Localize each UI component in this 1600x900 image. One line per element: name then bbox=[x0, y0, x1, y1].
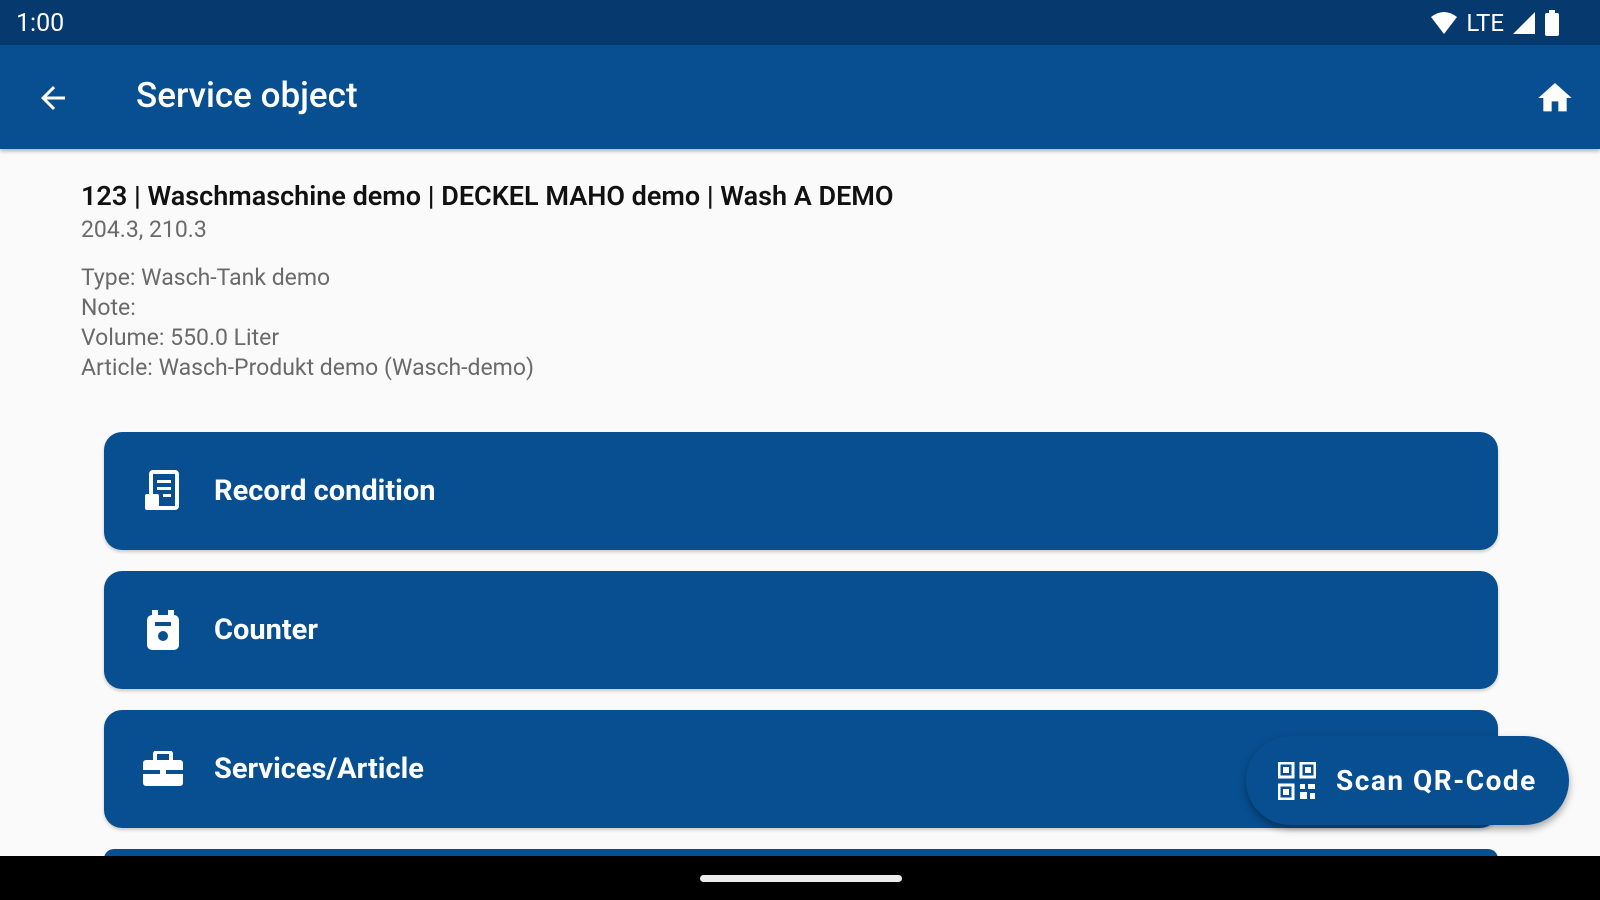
wifi-icon bbox=[1431, 12, 1458, 34]
detail-volume: Volume: 550.0 Liter bbox=[81, 324, 280, 351]
counter-device-icon bbox=[142, 609, 184, 651]
counter-label: Counter bbox=[214, 613, 318, 647]
detail-article: Article: Wasch-Produkt demo (Wasch-demo) bbox=[81, 354, 534, 381]
network-label: LTE bbox=[1466, 9, 1504, 37]
toolbox-icon bbox=[142, 748, 184, 790]
status-icons: LTE bbox=[1430, 9, 1560, 37]
signal-icon bbox=[1513, 12, 1535, 34]
status-bar: 1:00 LTE bbox=[0, 0, 1600, 45]
record-condition-label: Record condition bbox=[214, 474, 436, 508]
clipboard-list-icon bbox=[142, 470, 184, 512]
scan-qr-code-button[interactable]: Scan QR-Code bbox=[1246, 736, 1569, 825]
object-heading: 123 | Waschmaschine demo | DECKEL MAHO d… bbox=[81, 180, 894, 212]
detail-note: Note: bbox=[81, 294, 136, 321]
app-bar: Service object bbox=[0, 45, 1600, 149]
detail-type: Type: Wasch-Tank demo bbox=[81, 264, 331, 291]
system-nav-bar bbox=[0, 856, 1600, 900]
arrow-left-icon bbox=[41, 86, 65, 110]
counter-button[interactable]: Counter bbox=[104, 571, 1498, 689]
home-gesture-handle[interactable] bbox=[700, 875, 902, 882]
status-time: 1:00 bbox=[16, 9, 65, 38]
scan-qr-code-label: Scan QR-Code bbox=[1336, 764, 1537, 797]
qr-code-icon bbox=[1277, 761, 1317, 801]
record-condition-button[interactable]: Record condition bbox=[104, 432, 1498, 550]
home-button[interactable] bbox=[1532, 75, 1578, 121]
battery-icon bbox=[1545, 10, 1559, 36]
home-icon bbox=[1538, 83, 1572, 112]
object-details: Type: Wasch-Tank demo Note: Volume: 550.… bbox=[81, 263, 894, 383]
object-subline: 204.3, 210.3 bbox=[81, 216, 207, 243]
services-article-label: Services/Article bbox=[214, 752, 424, 786]
page-title: Service object bbox=[136, 75, 358, 116]
object-info: 123 | Waschmaschine demo | DECKEL MAHO d… bbox=[81, 180, 894, 383]
back-button[interactable] bbox=[30, 75, 76, 121]
